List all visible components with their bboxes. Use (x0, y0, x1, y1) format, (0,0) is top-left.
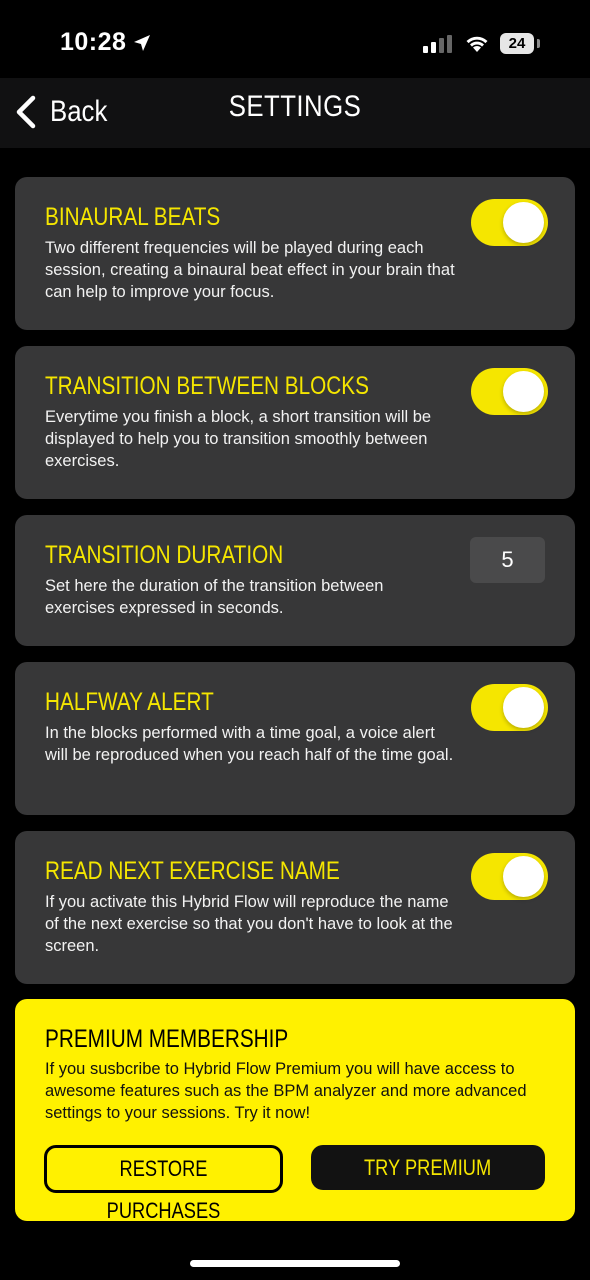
setting-card-transition-between-blocks: TRANSITION BETWEEN BLOCKS Everytime you … (15, 346, 575, 499)
setting-title: READ NEXT EXERCISE NAME (45, 857, 340, 885)
try-premium-button[interactable]: TRY PREMIUM (311, 1145, 545, 1190)
setting-description: Two different frequencies will be played… (45, 239, 455, 301)
setting-title: TRANSITION BETWEEN BLOCKS (45, 372, 369, 400)
page-title: SETTINGS (228, 90, 362, 123)
cellular-signal-icon (423, 35, 452, 53)
premium-title: PREMIUM MEMBERSHIP (45, 1025, 289, 1053)
setting-title: TRANSITION DURATION (45, 541, 284, 569)
halfway-alert-toggle[interactable] (471, 684, 548, 731)
status-time: 10:28 (60, 28, 127, 56)
toggle-knob (503, 202, 544, 243)
transition-between-blocks-toggle[interactable] (471, 368, 548, 415)
binaural-beats-toggle[interactable] (471, 199, 548, 246)
setting-card-binaural-beats: BINAURAL BEATS Two different frequencies… (15, 177, 575, 330)
toggle-knob (503, 687, 544, 728)
read-next-exercise-name-toggle[interactable] (471, 853, 548, 900)
setting-description: Set here the duration of the transition … (45, 577, 384, 617)
restore-purchases-button[interactable]: RESTORE PURCHASES (44, 1145, 283, 1223)
battery-icon: 24 (500, 33, 534, 54)
home-indicator (190, 1260, 400, 1267)
setting-description: If you activate this Hybrid Flow will re… (45, 893, 453, 955)
setting-card-transition-duration: TRANSITION DURATION Set here the duratio… (15, 515, 575, 646)
toggle-knob (503, 371, 544, 412)
wifi-icon (466, 36, 488, 52)
toggle-knob (503, 856, 544, 897)
setting-description: In the blocks performed with a time goal… (45, 724, 454, 764)
transition-duration-input[interactable]: 5 (470, 537, 545, 583)
premium-description: If you susbcribe to Hybrid Flow Premium … (45, 1060, 527, 1122)
setting-title: HALFWAY ALERT (45, 688, 214, 716)
battery-tip (537, 39, 540, 48)
location-arrow-icon (134, 35, 150, 51)
premium-membership-card: PREMIUM MEMBERSHIP If you susbcribe to H… (15, 999, 575, 1223)
setting-title: BINAURAL BEATS (45, 203, 221, 231)
setting-description: Everytime you finish a block, a short tr… (45, 408, 432, 470)
setting-card-halfway-alert: HALFWAY ALERT In the blocks performed wi… (15, 662, 575, 815)
setting-card-read-next-exercise-name: READ NEXT EXERCISE NAME If you activate … (15, 831, 575, 984)
